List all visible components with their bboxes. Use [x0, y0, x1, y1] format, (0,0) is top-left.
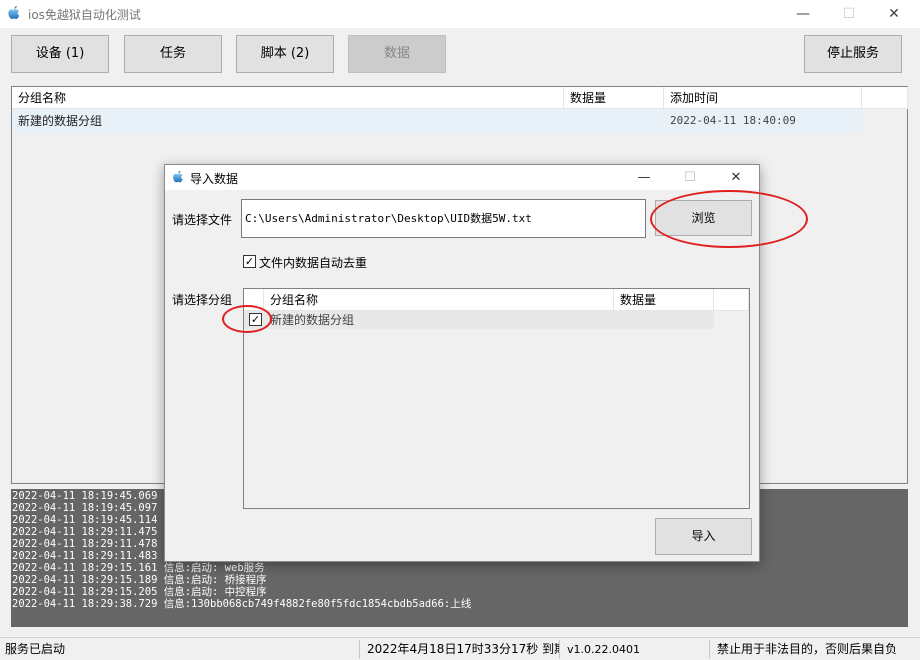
- row-added-time: 2022-04-11 18:40:09: [670, 114, 796, 127]
- log-line: 2022-04-11 18:29:38.729 信息:130bb068cb749…: [12, 598, 472, 610]
- status-version: v1.0.22.0401: [562, 640, 710, 659]
- import-button[interactable]: 导入: [655, 518, 752, 555]
- apple-icon: [8, 5, 20, 19]
- column-header-filler: [862, 87, 908, 109]
- log-line: 2022-04-11 18:29:15.161 信息:启动: web服务: [12, 562, 265, 574]
- group-select-grid[interactable]: 分组名称 数据量 ✓ 新建的数据分组: [243, 288, 750, 509]
- file-label: 请选择文件: [172, 213, 233, 227]
- table-row[interactable]: 新建的数据分组 2022-04-11 18:40:09: [12, 109, 862, 133]
- status-expiry: 2022年4月18日17时33分17秒 到期: [362, 640, 560, 659]
- dialog-title: 导入数据: [190, 172, 239, 186]
- log-line: 2022-04-11 18:29:15.189 信息:启动: 桥接程序: [12, 574, 267, 586]
- status-bar: 服务已启动 2022年4月18日17时33分17秒 到期 v1.0.22.040…: [0, 637, 920, 660]
- devices-button[interactable]: 设备 (1): [11, 35, 109, 73]
- row-count: [564, 109, 664, 133]
- dialog-minimize-button[interactable]: —: [621, 165, 667, 190]
- dialog-close-button[interactable]: ✕: [713, 165, 759, 190]
- tasks-button[interactable]: 任务: [124, 35, 222, 73]
- data-button[interactable]: 数据: [348, 35, 446, 73]
- dialog-title-bar: 导入数据 — ☐ ✕: [165, 165, 759, 190]
- column-header-count[interactable]: 数据量: [614, 289, 714, 311]
- row-group-name: 新建的数据分组: [18, 114, 103, 128]
- maximize-button[interactable]: ☐: [826, 0, 872, 28]
- status-service: 服务已启动: [0, 640, 360, 659]
- scripts-button[interactable]: 脚本 (2): [236, 35, 334, 73]
- column-header-group-name[interactable]: 分组名称: [264, 289, 614, 311]
- column-header-count[interactable]: 数据量: [564, 87, 664, 109]
- highlight-circle-checkbox: [222, 305, 272, 333]
- stop-service-button[interactable]: 停止服务: [804, 35, 902, 73]
- apple-icon: [173, 170, 183, 183]
- dialog-maximize-button[interactable]: ☐: [667, 165, 713, 190]
- minimize-button[interactable]: —: [780, 0, 826, 28]
- status-warning: 禁止用于非法目的，否则后果自负: [717, 642, 898, 656]
- window-title: ios免越狱自动化测试: [28, 8, 141, 22]
- group-label: 请选择分组: [172, 293, 233, 307]
- close-button[interactable]: ✕: [871, 0, 917, 28]
- title-bar: ios免越狱自动化测试 — ☐ ✕: [0, 0, 920, 28]
- column-header-filler: [714, 289, 749, 311]
- dedupe-checkbox[interactable]: ✓: [243, 255, 256, 268]
- highlight-circle-browse: [650, 190, 808, 248]
- dedupe-label[interactable]: 文件内数据自动去重: [259, 254, 367, 271]
- table-row[interactable]: ✓ 新建的数据分组: [244, 311, 714, 329]
- group-row-name: 新建的数据分组: [270, 313, 355, 327]
- file-path-field[interactable]: C:\Users\Administrator\Desktop\UID数据5W.t…: [241, 199, 646, 238]
- log-line: 2022-04-11 18:29:15.205 信息:启动: 中控程序: [12, 586, 267, 598]
- column-header-group-name[interactable]: 分组名称: [12, 87, 564, 109]
- column-header-added-time[interactable]: 添加时间: [664, 87, 862, 109]
